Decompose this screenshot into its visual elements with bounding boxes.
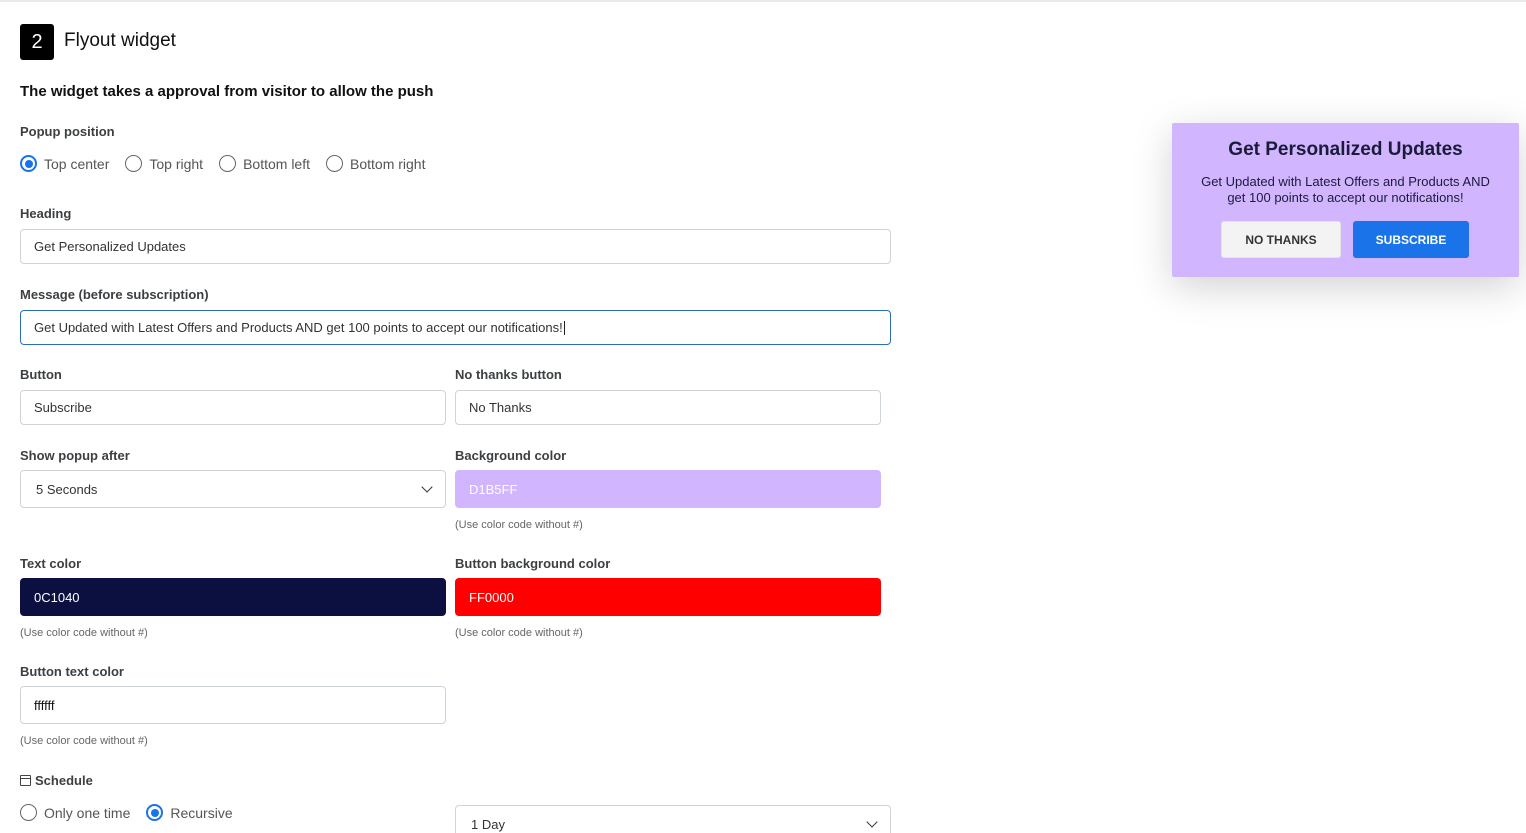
button-text-color-value: ffffff bbox=[34, 697, 55, 713]
radio-label: Only one time bbox=[44, 804, 131, 821]
radio-label: Bottom left bbox=[243, 155, 310, 172]
text-color-value: 0C1040 bbox=[34, 589, 80, 605]
flyout-preview-popup: Get Personalized Updates Get Updated wit… bbox=[1172, 123, 1519, 277]
button-text-color-hint: (Use color code without #) bbox=[20, 735, 148, 747]
button-bg-color-hint: (Use color code without #) bbox=[455, 627, 583, 639]
button-label: Button bbox=[20, 367, 62, 382]
no-thanks-label: No thanks button bbox=[455, 367, 562, 382]
top-divider bbox=[0, 0, 1526, 2]
button-bg-color-value: FF0000 bbox=[469, 589, 514, 605]
heading-input-value: Get Personalized Updates bbox=[34, 239, 186, 254]
button-text-color-input[interactable]: ffffff bbox=[20, 686, 446, 724]
button-text-value: Subscribe bbox=[34, 400, 92, 415]
schedule-interval-value: 1 Day bbox=[471, 816, 505, 832]
section-subtitle: The widget takes a approval from visitor… bbox=[20, 83, 434, 100]
background-color-label: Background color bbox=[455, 448, 567, 463]
text-color-label: Text color bbox=[20, 556, 82, 571]
schedule-radio-group: Only one time Recursive bbox=[20, 804, 249, 821]
no-thanks-input[interactable]: No Thanks bbox=[455, 390, 881, 425]
step-number-badge: 2 bbox=[20, 24, 54, 60]
radio-unchecked-icon[interactable] bbox=[125, 155, 143, 172]
heading-input[interactable]: Get Personalized Updates bbox=[20, 229, 891, 264]
preview-subscribe-button[interactable]: SUBSCRIBE bbox=[1353, 221, 1469, 258]
background-color-hint: (Use color code without #) bbox=[455, 519, 583, 531]
radio-recursive[interactable]: Recursive bbox=[146, 804, 233, 821]
heading-label: Heading bbox=[20, 206, 72, 221]
button-bg-color-input[interactable]: FF0000 bbox=[455, 578, 881, 616]
radio-checked-icon[interactable] bbox=[20, 155, 37, 172]
radio-unchecked-icon[interactable] bbox=[219, 155, 237, 172]
text-caret bbox=[563, 320, 565, 335]
text-color-hint: (Use color code without #) bbox=[20, 627, 148, 639]
radio-checked-icon[interactable] bbox=[146, 804, 164, 821]
radio-unchecked-icon[interactable] bbox=[20, 804, 37, 821]
radio-top-right[interactable]: Top right bbox=[125, 155, 203, 172]
section-title: Flyout widget bbox=[64, 30, 176, 51]
show-popup-after-select[interactable]: 5 Seconds bbox=[20, 470, 446, 508]
radio-label: Top right bbox=[149, 155, 204, 172]
text-color-input[interactable]: 0C1040 bbox=[20, 578, 446, 616]
button-bg-color-label: Button background color bbox=[455, 556, 611, 571]
radio-bottom-left[interactable]: Bottom left bbox=[219, 155, 310, 172]
show-popup-after-value: 5 Seconds bbox=[36, 481, 98, 497]
radio-bottom-right[interactable]: Bottom right bbox=[326, 155, 425, 172]
button-text-input[interactable]: Subscribe bbox=[20, 390, 446, 425]
message-label: Message (before subscription) bbox=[20, 287, 209, 302]
background-color-value: D1B5FF bbox=[469, 481, 518, 497]
schedule-interval-select[interactable]: 1 Day bbox=[455, 805, 891, 833]
radio-only-one-time[interactable]: Only one time bbox=[20, 804, 130, 821]
chevron-down-icon bbox=[421, 481, 433, 493]
radio-label: Top center bbox=[44, 155, 110, 172]
background-color-input[interactable]: D1B5FF bbox=[455, 470, 881, 508]
popup-position-label: Popup position bbox=[20, 124, 115, 139]
radio-label: Bottom right bbox=[350, 155, 426, 172]
radio-top-center[interactable]: Top center bbox=[20, 155, 109, 172]
preview-no-thanks-button[interactable]: NO THANKS bbox=[1221, 221, 1341, 258]
radio-label: Recursive bbox=[170, 804, 233, 821]
show-popup-after-label: Show popup after bbox=[20, 448, 130, 463]
calendar-icon bbox=[20, 775, 31, 786]
preview-message: Get Updated with Latest Offers and Produ… bbox=[1201, 174, 1490, 205]
radio-unchecked-icon[interactable] bbox=[326, 155, 343, 172]
no-thanks-value: No Thanks bbox=[469, 400, 532, 415]
preview-heading: Get Personalized Updates bbox=[1228, 139, 1463, 160]
schedule-label: Schedule bbox=[20, 773, 93, 788]
message-input[interactable]: Get Updated with Latest Offers and Produ… bbox=[20, 310, 891, 345]
chevron-down-icon bbox=[866, 816, 878, 828]
message-input-value: Get Updated with Latest Offers and Produ… bbox=[34, 320, 563, 335]
button-text-color-label: Button text color bbox=[20, 664, 124, 679]
popup-position-radio-group: Top center Top right Bottom left Bottom … bbox=[20, 155, 441, 172]
schedule-label-text: Schedule bbox=[35, 773, 93, 788]
